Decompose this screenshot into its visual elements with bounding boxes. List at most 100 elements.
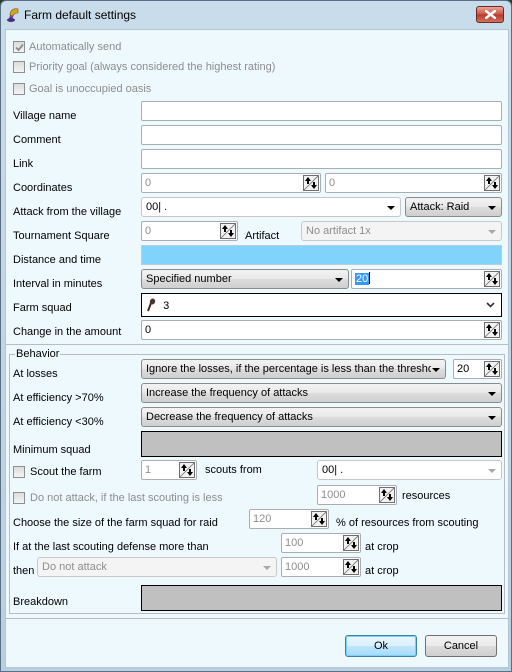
at-losses-select[interactable]: Ignore the losses, if the percentage is … [141, 359, 446, 379]
spin-arrows-icon [485, 362, 499, 376]
no-attack-scouting-spinner[interactable] [379, 487, 395, 503]
club-icon [147, 298, 156, 312]
scout-count-input[interactable]: 1 [141, 460, 197, 480]
farm-squad-select[interactable]: 3 [141, 293, 502, 317]
at-losses-label: At losses [13, 368, 58, 380]
spin-arrows-icon [485, 323, 499, 337]
then-value-spinner[interactable] [343, 559, 359, 575]
village-name-label: Village name [13, 110, 77, 122]
coordinate-y-value: 0 [329, 177, 336, 189]
efficiency-low-label: At efficiency <30% [13, 416, 104, 428]
breakdown-box[interactable] [141, 585, 502, 611]
comment-input[interactable] [141, 125, 502, 145]
scouts-from-value: 00| . [322, 464, 344, 476]
text-caret [369, 272, 371, 284]
priority-goal-checkbox[interactable] [13, 61, 25, 73]
ok-button[interactable]: Ok [345, 635, 417, 657]
interval-value: 20 [355, 273, 370, 285]
dropdown-arrow-icon [263, 566, 271, 570]
tournament-square-input[interactable]: 0 [141, 221, 238, 241]
coordinate-x-spinner[interactable] [303, 175, 319, 191]
dialog-client-area: Automatically send Priority goal (always… [5, 29, 509, 668]
farm-app-icon [5, 7, 21, 23]
change-amount-input[interactable]: 0 [141, 320, 502, 340]
defense-spinner[interactable] [343, 535, 359, 551]
efficiency-high-label: At efficiency >70% [13, 392, 104, 404]
farm-squad-label: Farm squad [13, 302, 72, 314]
then-action-value: Do not attack [42, 561, 107, 573]
change-amount-label: Change in the amount [13, 326, 122, 338]
attack-from-label: Attack from the village [13, 206, 122, 218]
link-label: Link [13, 158, 34, 170]
no-attack-scouting-input[interactable]: 1000 [317, 485, 397, 505]
no-attack-scouting-label: Do not attack, if the last scouting is l… [30, 492, 223, 504]
attack-from-village-value: 00| . [146, 201, 168, 213]
link-input[interactable] [141, 149, 502, 169]
attack-type-select[interactable]: Attack: Raid [405, 197, 502, 217]
squad-size-label: Choose the size of the farm squad for ra… [13, 517, 218, 529]
attack-from-village-select[interactable]: 00| . [141, 197, 401, 217]
then-unit-label: at crop [365, 565, 399, 577]
squad-size-spinner[interactable] [311, 511, 327, 527]
scouts-from-select[interactable]: 00| . [317, 460, 502, 480]
spin-arrows-icon [380, 488, 394, 502]
title-bar[interactable]: Farm default settings [1, 1, 511, 29]
dropdown-arrow-icon [488, 230, 496, 234]
squad-size-input[interactable]: 120 [249, 509, 329, 529]
coordinates-label: Coordinates [13, 182, 73, 194]
then-value-input[interactable]: 1000 [281, 557, 361, 577]
scout-count-value: 1 [145, 464, 152, 476]
auto-send-checkbox[interactable] [13, 41, 25, 53]
scout-count-spinner[interactable] [179, 462, 195, 478]
spin-arrows-icon [304, 176, 318, 190]
chevron-down-icon [486, 302, 495, 308]
spin-arrows-icon [485, 272, 499, 286]
spin-arrows-icon [344, 536, 358, 550]
unoccupied-oasis-checkbox[interactable] [13, 83, 25, 95]
loss-threshold-value: 20 [457, 363, 470, 375]
close-button[interactable] [476, 6, 504, 23]
dropdown-arrow-icon [488, 392, 496, 396]
defense-input[interactable]: 100 [281, 533, 361, 553]
squad-size-value: 120 [253, 513, 272, 525]
minimum-squad-box[interactable] [141, 431, 502, 457]
artifact-select[interactable]: No artifact 1x [301, 221, 502, 241]
dropdown-arrow-icon [432, 368, 440, 372]
interval-spinner[interactable] [484, 271, 500, 287]
dropdown-arrow-icon [488, 469, 496, 473]
comment-label: Comment [13, 134, 61, 146]
no-attack-scouting-checkbox[interactable] [13, 492, 25, 504]
interval-value-input[interactable]: 20 [351, 269, 502, 289]
spin-arrows-icon [344, 560, 358, 574]
attack-type-value: Attack: Raid [410, 201, 470, 213]
scout-farm-label: Scout the farm [30, 466, 102, 478]
footer-separator [6, 618, 508, 619]
interval-label: Interval in minutes [13, 278, 103, 290]
village-name-input[interactable] [141, 101, 502, 121]
unoccupied-oasis-label: Goal is unoccupied oasis [29, 83, 152, 95]
spin-arrows-icon [221, 224, 235, 238]
efficiency-high-select[interactable]: Increase the frequency of attacks [141, 383, 502, 403]
scouts-from-label: scouts from [205, 464, 262, 476]
artifact-label: Artifact [245, 230, 280, 242]
coordinate-y-spinner[interactable] [484, 175, 500, 191]
farm-squad-value: 3 [163, 300, 170, 312]
dialog-window: Farm default settings Automatically send… [0, 0, 512, 672]
coordinate-y-input[interactable]: 0 [325, 173, 502, 193]
efficiency-low-select[interactable]: Decrease the frequency of attacks [141, 407, 502, 427]
coordinate-x-input[interactable]: 0 [141, 173, 321, 193]
loss-threshold-input[interactable]: 20 [453, 359, 502, 379]
scout-farm-checkbox[interactable] [13, 466, 25, 478]
dropdown-arrow-icon [335, 278, 343, 282]
then-label: then [13, 565, 35, 577]
priority-goal-label: Priority goal (always considered the hig… [29, 61, 276, 73]
then-action-select[interactable]: Do not attack [37, 557, 277, 577]
cancel-button[interactable]: Cancel [425, 635, 497, 657]
at-losses-value: Ignore the losses, if the percentage is … [146, 363, 431, 375]
loss-threshold-spinner[interactable] [484, 361, 500, 377]
change-amount-spinner[interactable] [484, 322, 500, 338]
efficiency-high-value: Increase the frequency of attacks [146, 387, 309, 399]
tournament-square-spinner[interactable] [220, 223, 236, 239]
behavior-legend: Behavior [15, 348, 61, 360]
interval-mode-select[interactable]: Specified number [141, 269, 349, 289]
